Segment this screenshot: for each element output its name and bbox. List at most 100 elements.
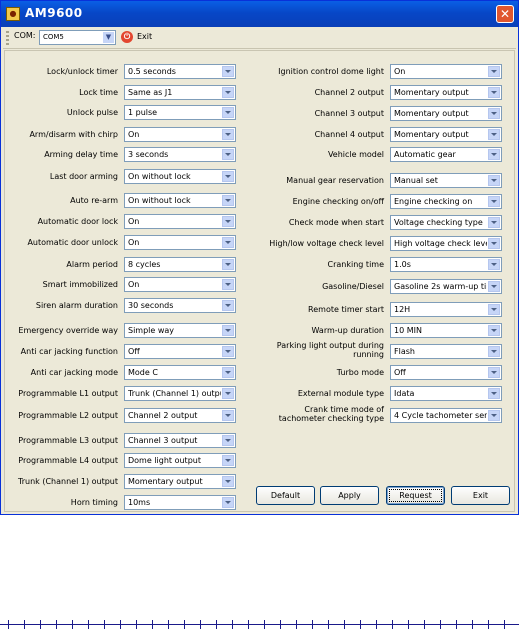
com-port-select[interactable]: COM5 ▼ bbox=[39, 30, 116, 45]
left-field-select[interactable]: Mode C bbox=[124, 365, 236, 380]
chevron-down-icon[interactable] bbox=[222, 455, 234, 466]
left-field-value: Mode C bbox=[128, 368, 158, 377]
left-field-label: Automatic door unlock bbox=[27, 238, 118, 247]
app-icon: ● bbox=[6, 7, 20, 21]
chevron-down-icon[interactable] bbox=[488, 175, 500, 186]
left-field-select[interactable]: On without lock bbox=[124, 193, 236, 208]
chevron-down-icon[interactable] bbox=[488, 87, 500, 98]
chevron-down-icon[interactable] bbox=[488, 410, 500, 421]
chevron-down-icon[interactable] bbox=[222, 388, 234, 399]
left-field-label: Programmable L4 output bbox=[18, 456, 118, 465]
chevron-down-icon[interactable] bbox=[222, 300, 234, 311]
chevron-down-icon[interactable] bbox=[488, 388, 500, 399]
chevron-down-icon[interactable] bbox=[488, 196, 500, 207]
chevron-down-icon[interactable] bbox=[488, 149, 500, 160]
left-field-select[interactable]: 10ms bbox=[124, 495, 236, 510]
chevron-down-icon[interactable] bbox=[222, 237, 234, 248]
chevron-down-icon[interactable] bbox=[222, 107, 234, 118]
chevron-down-icon[interactable] bbox=[222, 367, 234, 378]
right-field-value: Idata bbox=[394, 389, 415, 398]
chevron-down-icon[interactable] bbox=[222, 149, 234, 160]
right-field-select[interactable]: 4 Cycle tachometer sensing bbox=[390, 408, 502, 423]
chevron-down-icon[interactable]: ▼ bbox=[103, 32, 114, 43]
chevron-down-icon[interactable] bbox=[222, 325, 234, 336]
title-bar[interactable]: ● AM9600 ✕ bbox=[1, 1, 518, 27]
left-field-select[interactable]: 0.5 seconds bbox=[124, 64, 236, 79]
exit-button[interactable]: Exit bbox=[451, 486, 510, 505]
right-field-select[interactable]: 12H bbox=[390, 302, 502, 317]
chevron-down-icon[interactable] bbox=[222, 216, 234, 227]
ruler-tick bbox=[296, 620, 297, 629]
left-field-label: Siren alarm duration bbox=[35, 301, 118, 310]
chevron-down-icon[interactable] bbox=[488, 238, 500, 249]
toolbar-grip-icon[interactable] bbox=[6, 31, 9, 45]
ruler-tick bbox=[440, 620, 441, 629]
right-field-label: Crank time mode of tachometer checking t… bbox=[278, 405, 384, 423]
chevron-down-icon[interactable] bbox=[222, 171, 234, 182]
left-field-select[interactable]: Trunk (Channel 1) output bbox=[124, 386, 236, 401]
chevron-down-icon[interactable] bbox=[222, 476, 234, 487]
left-field-select[interactable]: On bbox=[124, 127, 236, 142]
right-field-select[interactable]: 10 MIN bbox=[390, 323, 502, 338]
left-field-select[interactable]: On without lock bbox=[124, 169, 236, 184]
chevron-down-icon[interactable] bbox=[488, 217, 500, 228]
left-field-select[interactable]: Simple way bbox=[124, 323, 236, 338]
right-field-label: Remote timer start bbox=[308, 305, 384, 314]
right-field-select[interactable]: Manual set bbox=[390, 173, 502, 188]
left-field-select[interactable]: 1 pulse bbox=[124, 105, 236, 120]
chevron-down-icon[interactable] bbox=[222, 410, 234, 421]
left-field-select[interactable]: On bbox=[124, 214, 236, 229]
app-window: ● AM9600 ✕ COM: COM5 ▼ ⏻ Exit Lock/unloc… bbox=[0, 0, 519, 515]
right-field-select[interactable]: Automatic gear bbox=[390, 147, 502, 162]
left-field-select[interactable]: Off bbox=[124, 344, 236, 359]
left-field-select[interactable]: Momentary output bbox=[124, 474, 236, 489]
ruler-tick bbox=[264, 620, 265, 629]
chevron-down-icon[interactable] bbox=[488, 325, 500, 336]
right-field-label: Channel 3 output bbox=[314, 109, 384, 118]
chevron-down-icon[interactable] bbox=[222, 129, 234, 140]
chevron-down-icon[interactable] bbox=[222, 435, 234, 446]
left-field-select[interactable]: 30 seconds bbox=[124, 298, 236, 313]
left-field-label: Unlock pulse bbox=[66, 108, 118, 117]
right-field-select[interactable]: Momentary output bbox=[390, 85, 502, 100]
chevron-down-icon[interactable] bbox=[488, 367, 500, 378]
right-field-select[interactable]: Idata bbox=[390, 386, 502, 401]
chevron-down-icon[interactable] bbox=[222, 66, 234, 77]
chevron-down-icon[interactable] bbox=[488, 281, 500, 292]
left-field-select[interactable]: Channel 3 output bbox=[124, 433, 236, 448]
chevron-down-icon[interactable] bbox=[488, 129, 500, 140]
right-field-select[interactable]: Off bbox=[390, 365, 502, 380]
right-field-select[interactable]: Voltage checking type bbox=[390, 215, 502, 230]
chevron-down-icon[interactable] bbox=[222, 195, 234, 206]
chevron-down-icon[interactable] bbox=[222, 259, 234, 270]
right-field-select[interactable]: Gasoline 2s warm-up time bbox=[390, 279, 502, 294]
chevron-down-icon[interactable] bbox=[488, 66, 500, 77]
chevron-down-icon[interactable] bbox=[222, 497, 234, 508]
right-field-select[interactable]: Momentary output bbox=[390, 106, 502, 121]
left-field-select[interactable]: Channel 2 output bbox=[124, 408, 236, 423]
request-button[interactable]: Request bbox=[386, 486, 445, 505]
right-field-select[interactable]: On bbox=[390, 64, 502, 79]
left-field-select[interactable]: On bbox=[124, 277, 236, 292]
right-field-select[interactable]: Momentary output bbox=[390, 127, 502, 142]
chevron-down-icon[interactable] bbox=[222, 279, 234, 290]
chevron-down-icon[interactable] bbox=[488, 304, 500, 315]
right-field-select[interactable]: 1.0s bbox=[390, 257, 502, 272]
chevron-down-icon[interactable] bbox=[488, 108, 500, 119]
right-field-select[interactable]: High voltage check level bbox=[390, 236, 502, 251]
left-field-select[interactable]: Dome light output bbox=[124, 453, 236, 468]
ruler-tick bbox=[456, 620, 457, 629]
default-button[interactable]: Default bbox=[256, 486, 315, 505]
left-field-select[interactable]: Same as J1 bbox=[124, 85, 236, 100]
chevron-down-icon[interactable] bbox=[488, 259, 500, 270]
right-field-select[interactable]: Engine checking on bbox=[390, 194, 502, 209]
chevron-down-icon[interactable] bbox=[222, 346, 234, 357]
left-field-select[interactable]: 3 seconds bbox=[124, 147, 236, 162]
chevron-down-icon[interactable] bbox=[488, 346, 500, 357]
close-button[interactable]: ✕ bbox=[496, 5, 514, 23]
apply-button[interactable]: Apply bbox=[320, 486, 379, 505]
right-field-select[interactable]: Flash bbox=[390, 344, 502, 359]
left-field-select[interactable]: 8 cycles bbox=[124, 257, 236, 272]
left-field-select[interactable]: On bbox=[124, 235, 236, 250]
chevron-down-icon[interactable] bbox=[222, 87, 234, 98]
